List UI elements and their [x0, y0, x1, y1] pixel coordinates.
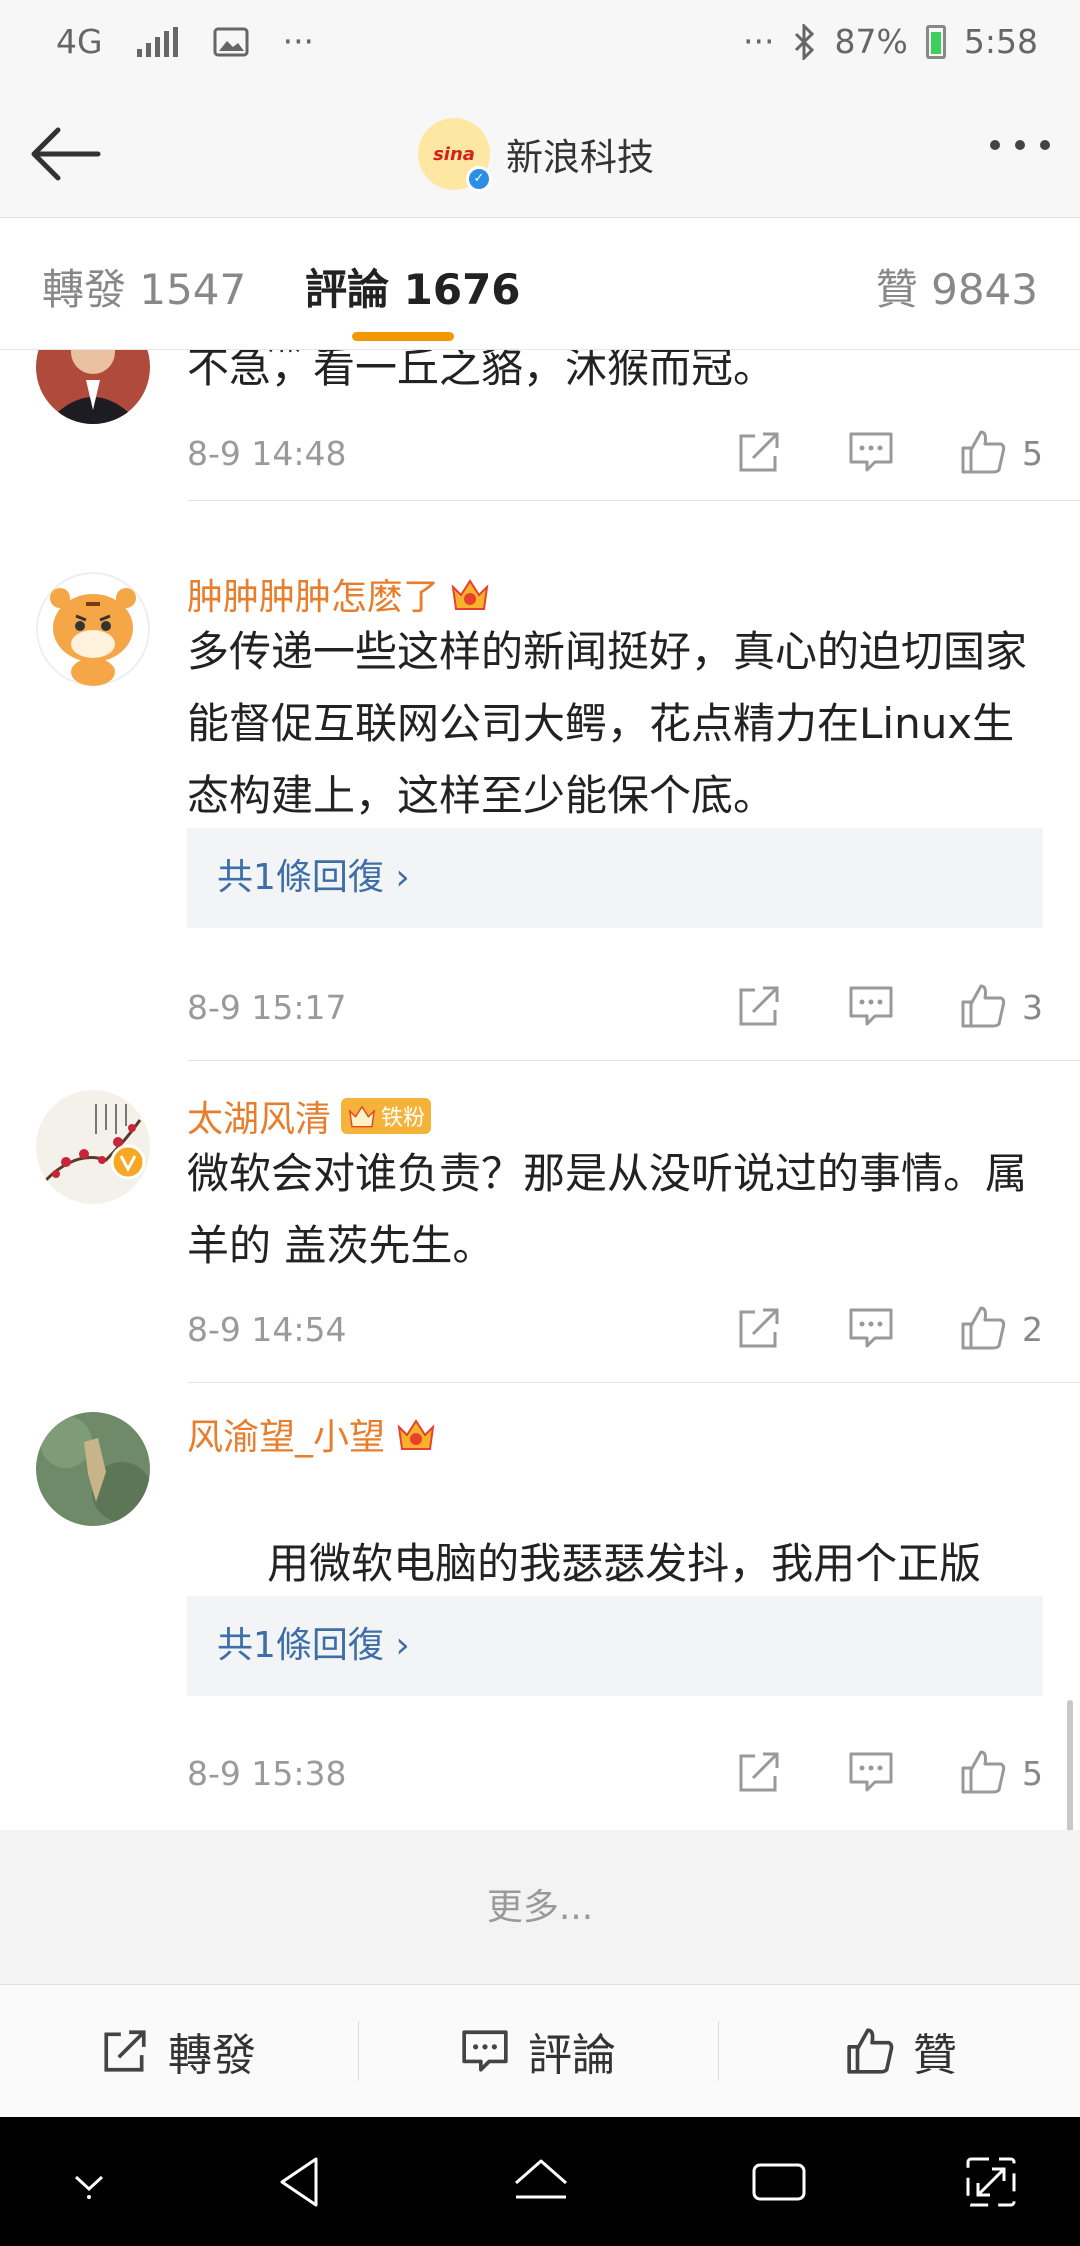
comment-text: 微软会对谁负责？那是从没听说过的事情。属羊的 盖茨先生。: [187, 1149, 1028, 1270]
like-icon: [847, 2028, 894, 2074]
logo-text: sina: [433, 143, 475, 165]
expand-icon[interactable]: [958, 2149, 1024, 2215]
home-icon[interactable]: [508, 2149, 574, 2215]
bottom-action-bar: 轉發 評論 贊: [0, 1985, 1080, 2117]
username-text: 太湖风清: [187, 1099, 332, 1140]
signal-icon: [136, 26, 178, 57]
comment-time: 8-9 14:48: [187, 434, 347, 473]
comment-meta: 8-9 14:48 5: [187, 428, 1043, 478]
top-app-bar: sina ✓ 新浪科技: [0, 90, 1080, 218]
comment-button[interactable]: 評論: [460, 1985, 616, 2117]
repost-button[interactable]: 轉發: [100, 1985, 256, 2117]
battery-icon: [925, 24, 946, 59]
repost-label: 轉發: [168, 2030, 256, 2081]
tab-likes[interactable]: 贊 9843: [876, 256, 1038, 317]
like-count: 3: [1022, 988, 1043, 1027]
separator: [358, 2021, 359, 2081]
comment-icon[interactable]: [847, 1748, 895, 1796]
comment-icon[interactable]: [847, 428, 895, 476]
share-icon[interactable]: [735, 428, 783, 476]
badge-label: 铁粉: [381, 1106, 426, 1131]
reply-link[interactable]: 共1條回復 ›: [187, 828, 1043, 928]
comment-icon[interactable]: [847, 1304, 895, 1352]
network-4g-icon: 4G: [56, 22, 103, 61]
like-count: 5: [1022, 1754, 1043, 1793]
comment-text: 不急，看一丘之貉，沐猴而冠。: [187, 350, 776, 392]
comment-time: 8-9 14:54: [187, 1310, 347, 1349]
verified-badge-icon: ✓: [466, 166, 492, 192]
comment-divider: [187, 1382, 1080, 1383]
account-header[interactable]: sina ✓ 新浪科技: [418, 118, 654, 192]
avatar[interactable]: [36, 350, 150, 424]
avatar[interactable]: [36, 1412, 150, 1526]
share-icon[interactable]: [735, 982, 783, 1030]
battery-percent: 87%: [834, 22, 908, 61]
tab-comments[interactable]: 評論 1676: [305, 256, 521, 317]
username-text: 风渝望_小望: [187, 1417, 386, 1458]
load-more-button[interactable]: 更多...: [0, 1830, 1080, 1985]
like-count: 5: [1022, 434, 1043, 473]
comment-text: 多传递一些这样的新闻挺好，真心的迫切国家能督促互联网公司大鳄，花点精力在Linu…: [187, 627, 1028, 820]
username-text: 肿肿肿肿怎麽了: [187, 577, 440, 618]
share-icon[interactable]: [735, 1304, 783, 1352]
vip-crown-icon: [451, 579, 489, 610]
comment-icon[interactable]: [847, 982, 895, 1030]
recents-icon[interactable]: [746, 2149, 812, 2215]
comment-username[interactable]: 风渝望_小望: [187, 1408, 437, 1460]
tab-reposts[interactable]: 轉發 1547: [42, 256, 246, 317]
comment-time: 8-9 15:17: [187, 988, 347, 1027]
crown-icon: [348, 1105, 376, 1128]
like-icon[interactable]: [959, 1748, 1007, 1796]
clock: 5:58: [963, 22, 1038, 61]
like-button[interactable]: 贊: [845, 1985, 957, 2117]
comment-meta: 8-9 15:38 5: [187, 1748, 1043, 1798]
comment-divider: [187, 500, 1080, 501]
status-overflow-left: ···: [282, 22, 315, 61]
image-icon: [213, 27, 249, 56]
share-icon[interactable]: [735, 1748, 783, 1796]
tab-bar: 轉發 1547 評論 1676 贊 9843: [0, 218, 1080, 350]
like-count: 2: [1022, 1310, 1043, 1349]
repost-icon: [104, 2030, 146, 2072]
comment-label: 評論: [528, 2030, 616, 2081]
comment-icon: [462, 2030, 508, 2072]
avatar[interactable]: [36, 572, 150, 686]
like-icon[interactable]: [959, 428, 1007, 476]
back-arrow-icon[interactable]: [28, 114, 108, 194]
comment-username[interactable]: 太湖风清 铁粉: [187, 1090, 432, 1142]
separator: [718, 2021, 719, 2081]
active-tab-indicator: [352, 332, 454, 341]
like-label: 贊: [913, 2030, 957, 2081]
iron-fan-badge: 铁粉: [341, 1098, 432, 1134]
comment-meta: 8-9 15:17 3: [187, 982, 1043, 1032]
verified-v-icon: [110, 1144, 146, 1180]
more-options-icon[interactable]: [990, 140, 1050, 150]
like-icon[interactable]: [959, 1304, 1007, 1352]
chevron-down-icon[interactable]: [56, 2149, 122, 2215]
back-triangle-icon[interactable]: [268, 2149, 334, 2215]
vip-crown-icon: [397, 1419, 435, 1450]
status-bar: 4G ··· ··· 87% 5:58: [0, 0, 1080, 90]
bluetooth-icon: [794, 23, 814, 60]
account-title: 新浪科技: [506, 136, 654, 179]
comment-time: 8-9 15:38: [187, 1754, 347, 1793]
like-icon[interactable]: [959, 982, 1007, 1030]
sina-logo-avatar: sina ✓: [418, 118, 492, 192]
system-navigation-bar: [0, 2117, 1080, 2246]
comment-username[interactable]: 肿肿肿肿怎麽了: [187, 568, 491, 620]
reply-link[interactable]: 共1條回復 ›: [187, 1596, 1043, 1696]
comment-meta: 8-9 14:54 2: [187, 1304, 1043, 1354]
comment-divider: [187, 1060, 1080, 1061]
comment-list[interactable]: 东山啸鹰 不急，看一丘之貉，沐猴而冠。 8-9 14:48 5: [0, 350, 1080, 1830]
status-overflow-right: ···: [743, 22, 775, 61]
